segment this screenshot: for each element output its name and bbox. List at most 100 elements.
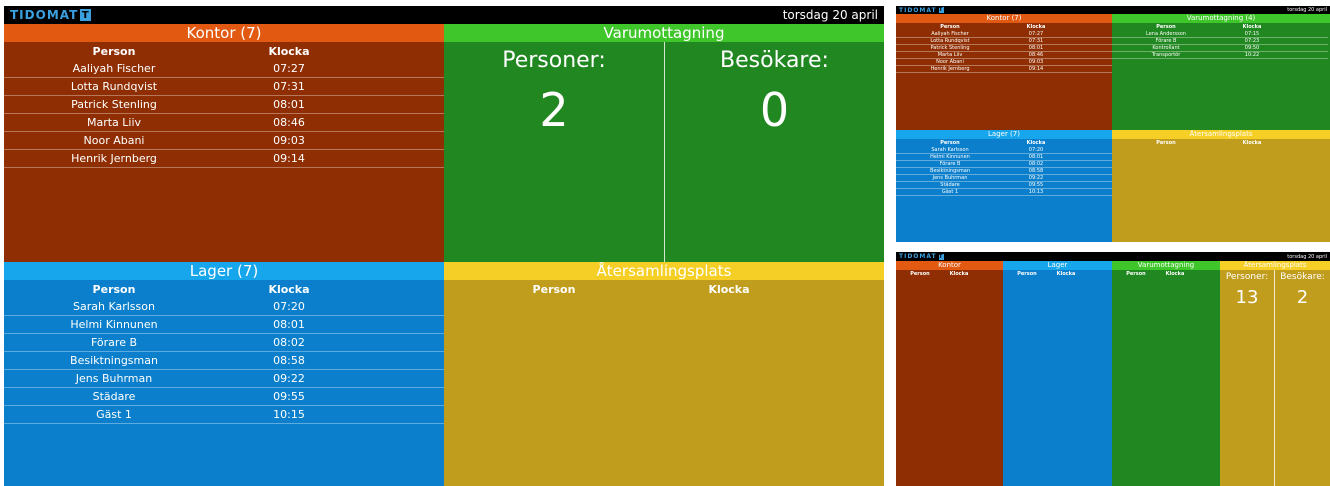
preview2-topbar: TIDOMAT T torsdag 20 april [896, 252, 1330, 261]
table-row: Kontrollant 09:50 [1112, 45, 1328, 52]
logo-text: TIDOMAT [899, 6, 937, 14]
row-person: Lotta Rundqvist [70, 80, 158, 93]
col-clock: Klocka [949, 271, 969, 277]
kontor-panel: Kontor (7) Person Klocka Aaliyah Fischer… [4, 24, 444, 262]
varu-title: Varumottagning [1112, 261, 1220, 270]
row-clock: 08:02 [273, 336, 305, 349]
col-person: Person [532, 283, 576, 296]
row-person: Förare B [1155, 38, 1177, 44]
persons-label: Personer: [1225, 272, 1269, 282]
varu-table-header: Person Klocka [1112, 270, 1220, 278]
table-row: Förare B 08:02 [896, 161, 1112, 168]
ater-table-header: Person Klocka [444, 282, 884, 298]
varu-body: Personer: 2 Besökare: 0 [444, 42, 884, 262]
kontor-title: Kontor [896, 261, 1003, 270]
lager-title: Lager (7) [4, 262, 444, 280]
varu-title: Varumottagning [444, 24, 884, 42]
lager-rows: Sarah Karlsson 07:20 Helmi Kinnunen 08:01 Fö… [896, 147, 1112, 196]
preview2-kontor-panel: Kontor Person Klocka [896, 261, 1003, 486]
row-clock: 09:14 [273, 152, 305, 165]
row-person: Aaliyah Fischer [72, 62, 156, 75]
table-row: Besiktningsman 08:58 [896, 168, 1112, 175]
col-clock: Klocka [268, 45, 310, 58]
logo-mark-icon: T [80, 9, 92, 21]
table-row: Aaliyah Fischer 07:27 [4, 60, 444, 78]
row-person: Lotta Rundqvist [930, 38, 970, 44]
logo-mark-icon: T [938, 253, 944, 260]
row-clock: 09:22 [1028, 175, 1044, 181]
row-clock: 09:50 [1244, 45, 1260, 51]
row-person: Sarah Karlsson [73, 300, 155, 313]
row-person: Henrik Jernberg [930, 66, 970, 72]
row-person: Jens Buhrman [932, 175, 968, 181]
col-clock: Klocka [708, 283, 750, 296]
row-person: Lena Andersson [1146, 31, 1186, 37]
row-clock: 08:01 [1028, 45, 1044, 51]
varu-table: Person Klocka Lena Andersson 07:15 Förare … [1112, 23, 1330, 130]
col-person: Person [1017, 271, 1037, 277]
col-person: Person [910, 271, 930, 277]
table-row: Helmi Kinnunen 08:01 [896, 154, 1112, 161]
table-row: Förare B 08:02 [4, 334, 444, 352]
row-person: Marta Liiv [86, 116, 142, 129]
varu-table: Person Klocka [1112, 270, 1220, 486]
kontor-rows: Aaliyah Fischer 07:27 Lotta Rundqvist 07:31… [896, 31, 1112, 73]
table-row: Noor Abani 09:03 [4, 132, 444, 150]
row-person: Förare B [939, 161, 961, 167]
row-person: Besiktningsman [930, 168, 970, 174]
row-person: Städare [940, 182, 960, 188]
row-clock: 10:13 [1028, 189, 1044, 195]
row-person: Helmi Kinnunen [70, 318, 158, 331]
table-row: Jens Buhrman 09:22 [896, 175, 1112, 182]
table-row: Jens Buhrman 09:22 [4, 370, 444, 388]
row-person: Besiktningsman [70, 354, 158, 367]
row-clock: 08:01 [273, 98, 305, 111]
row-person: Transportör [1151, 52, 1181, 58]
preview1-topbar: TIDOMAT T torsdag 20 april [896, 6, 1330, 14]
row-clock: 08:01 [1028, 154, 1044, 160]
row-clock: 08:58 [1028, 168, 1044, 174]
kontor-table: Person Klocka [896, 270, 1003, 486]
row-clock: 09:55 [273, 390, 305, 403]
varu-panel: Varumottagning Personer: 2 Besökare: 0 [444, 24, 884, 262]
table-row: Städare 09:55 [896, 182, 1112, 189]
table-row: Lotta Rundqvist 07:31 [4, 78, 444, 96]
lager-panel: Lager (7) Person Klocka Sarah Karlsson 07… [4, 262, 444, 486]
persons-label: Personer: [502, 48, 606, 73]
col-person: Person [1126, 271, 1146, 277]
row-person: Noor Abani [83, 134, 145, 147]
persons-column: Personer: 13 [1220, 270, 1274, 486]
table-row: Gäst 1 10:15 [4, 406, 444, 424]
row-clock: 07:27 [1028, 31, 1044, 37]
row-person: Helmi Kinnunen [930, 154, 970, 160]
row-clock: 07:20 [1028, 147, 1044, 153]
table-row: Henrik Jernberg 09:14 [896, 66, 1112, 73]
row-clock: 07:31 [273, 80, 305, 93]
table-row: Marta Liiv 08:46 [896, 52, 1112, 59]
table-row: Transportör 10:22 [1112, 52, 1328, 59]
ater-table: Person Klocka [1112, 139, 1330, 242]
row-clock: 10:22 [1244, 52, 1260, 58]
preview-screen-2: TIDOMAT T torsdag 20 april Kontor Person… [896, 252, 1330, 486]
date-label: torsdag 20 april [1287, 253, 1327, 260]
row-clock: 09:03 [1028, 59, 1044, 65]
varu-table-header: Person Klocka [1112, 23, 1330, 31]
ater-body: Personer: 13 Besökare: 2 [1220, 270, 1330, 486]
table-row: Lotta Rundqvist 07:31 [896, 38, 1112, 45]
col-person: Person [1156, 140, 1176, 146]
col-person: Person [940, 140, 960, 146]
col-clock: Klocka [1165, 271, 1185, 277]
logo-text: TIDOMAT [899, 253, 937, 260]
varu-rows: Lena Andersson 07:15 Förare B 07:23 Kontroll… [1112, 31, 1330, 59]
table-row: Marta Liiv 08:46 [4, 114, 444, 132]
visitors-value: 0 [759, 83, 790, 137]
col-clock: Klocka [1056, 271, 1076, 277]
table-row: Patrick Stenling 08:01 [896, 45, 1112, 52]
ater-table-header: Person Klocka [1112, 139, 1330, 147]
row-clock: 08:01 [273, 318, 305, 331]
row-clock: 07:15 [1244, 31, 1260, 37]
row-clock: 08:02 [1028, 161, 1044, 167]
table-row: Besiktningsman 08:58 [4, 352, 444, 370]
tidomat-logo: TIDOMAT T [10, 8, 92, 22]
row-clock: 09:14 [1028, 66, 1044, 72]
